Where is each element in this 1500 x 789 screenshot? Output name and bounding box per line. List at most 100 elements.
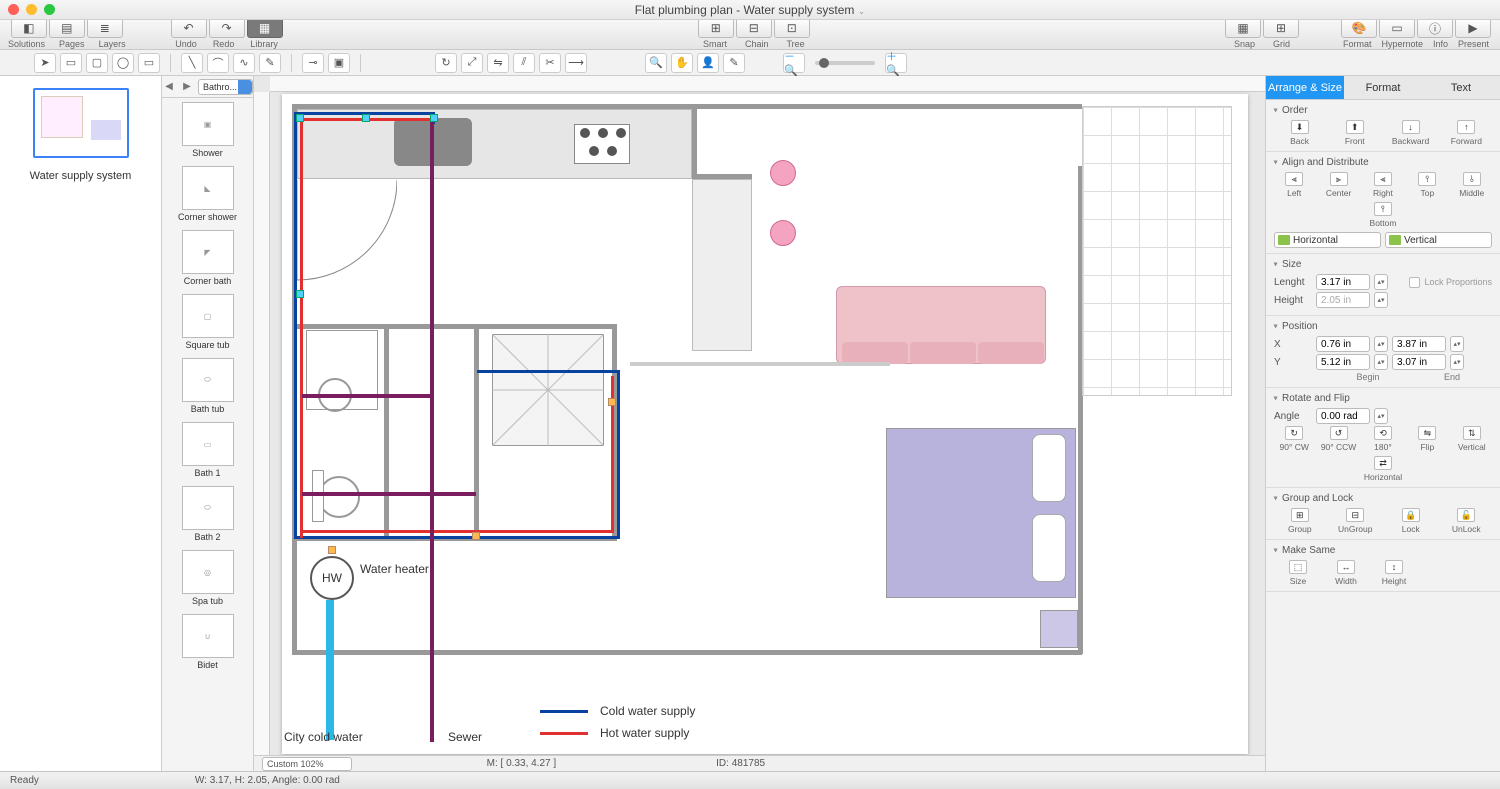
angle-input[interactable] xyxy=(1316,408,1370,424)
group-button[interactable]: ⊞Group xyxy=(1282,508,1318,534)
section-align[interactable]: Align and Distribute xyxy=(1274,157,1492,168)
page-thumbnail[interactable] xyxy=(33,88,129,158)
tab-text[interactable]: Text xyxy=(1422,76,1500,100)
endpoint-tool[interactable]: ⊸ xyxy=(302,53,324,73)
position-y2-input[interactable] xyxy=(1392,354,1446,370)
redo-button[interactable]: ↷ xyxy=(209,18,245,38)
align-top-button[interactable]: ⫯Top xyxy=(1409,172,1445,198)
section-group[interactable]: Group and Lock xyxy=(1274,493,1492,504)
align-middle-button[interactable]: ⫰Middle xyxy=(1454,172,1490,198)
spline-tool[interactable]: ∿ xyxy=(233,53,255,73)
select-tool[interactable]: ▭ xyxy=(60,53,82,73)
distribute-vertical-dropdown[interactable]: Vertical xyxy=(1385,232,1492,248)
rotate-90ccw-button[interactable]: ↺90° CCW xyxy=(1321,426,1357,452)
hypernote-button[interactable]: ▭ xyxy=(1379,18,1415,38)
extend-tool[interactable]: ⟶ xyxy=(565,53,587,73)
align-right-button[interactable]: ⫷Right xyxy=(1365,172,1401,198)
unlock-button[interactable]: 🔓UnLock xyxy=(1448,508,1484,534)
info-button[interactable]: ⓘ xyxy=(1417,18,1453,38)
chain-button[interactable]: ⊟ xyxy=(736,18,772,38)
scale-tool[interactable]: ⤢ xyxy=(461,53,483,73)
arc-tool[interactable]: ⌒ xyxy=(207,53,229,73)
flip-button[interactable]: ⇋Flip xyxy=(1409,426,1445,452)
present-button[interactable]: ▶ xyxy=(1455,18,1491,38)
measure-tool[interactable]: 👤 xyxy=(697,53,719,73)
ungroup-button[interactable]: ⊟UnGroup xyxy=(1337,508,1373,534)
eyedropper-tool[interactable]: ✎ xyxy=(723,53,745,73)
align-center-button[interactable]: ⫸Center xyxy=(1321,172,1357,198)
length-stepper[interactable]: ▴▾ xyxy=(1374,274,1388,290)
mirror-tool[interactable]: ⇋ xyxy=(487,53,509,73)
library-button[interactable]: ▦ xyxy=(247,18,283,38)
zoom-in-button[interactable]: ＋🔍 xyxy=(885,53,907,73)
page-name[interactable]: Water supply system xyxy=(30,170,132,182)
rotate-180-button[interactable]: ⟲180° xyxy=(1365,426,1401,452)
lib-item-square-tub[interactable]: ▢Square tub xyxy=(162,290,253,354)
length-input[interactable] xyxy=(1316,274,1370,290)
lock-proportions-checkbox[interactable] xyxy=(1409,277,1420,288)
snap-button[interactable]: ▦ xyxy=(1225,18,1261,38)
distribute-horizontal-dropdown[interactable]: Horizontal xyxy=(1274,232,1381,248)
lib-item-bath-tub[interactable]: ⬭Bath tub xyxy=(162,354,253,418)
lib-item-bath-1[interactable]: ▭Bath 1 xyxy=(162,418,253,482)
same-size-button[interactable]: ⬚Size xyxy=(1280,560,1316,586)
same-height-button[interactable]: ↕Height xyxy=(1376,560,1412,586)
lock-button[interactable]: 🔒Lock xyxy=(1393,508,1429,534)
flip-horizontal-button[interactable]: ⇄Horizontal xyxy=(1364,456,1402,482)
order-back-button[interactable]: ⬇Back xyxy=(1282,120,1318,146)
tab-format[interactable]: Format xyxy=(1344,76,1422,100)
rotate-tool[interactable]: ↻ xyxy=(435,53,457,73)
height-stepper[interactable]: ▴▾ xyxy=(1374,292,1388,308)
zoom-out-button[interactable]: －🔍 xyxy=(783,53,805,73)
tree-button[interactable]: ⊡ xyxy=(774,18,810,38)
container-tool[interactable]: ▣ xyxy=(328,53,350,73)
lib-back-button[interactable]: ◀ xyxy=(162,80,176,94)
align-left-button[interactable]: ⫷Left xyxy=(1276,172,1312,198)
tab-arrange-size[interactable]: Arrange & Size xyxy=(1266,76,1344,100)
grid-button[interactable]: ⊞ xyxy=(1263,18,1299,38)
smart-button[interactable]: ⊞ xyxy=(698,18,734,38)
align-bottom-button[interactable]: ⫯Bottom xyxy=(1365,202,1401,228)
trim-tool[interactable]: ✂ xyxy=(539,53,561,73)
line-tool[interactable]: ╲ xyxy=(181,53,203,73)
position-y1-input[interactable] xyxy=(1316,354,1370,370)
lib-item-shower[interactable]: ▣Shower xyxy=(162,98,253,162)
undo-button[interactable]: ↶ xyxy=(171,18,207,38)
height-input[interactable] xyxy=(1316,292,1370,308)
flip-vertical-button[interactable]: ⇅Vertical xyxy=(1454,426,1490,452)
position-x2-input[interactable] xyxy=(1392,336,1446,352)
section-rotate[interactable]: Rotate and Flip xyxy=(1274,393,1492,404)
pages-button[interactable]: ▤ xyxy=(49,18,85,38)
section-make-same[interactable]: Make Same xyxy=(1274,545,1492,556)
pan-tool[interactable]: ✋ xyxy=(671,53,693,73)
zoom-slider[interactable] xyxy=(815,61,875,65)
solutions-button[interactable]: ◧ xyxy=(11,18,47,38)
lib-item-spa-tub[interactable]: ◎Spa tub xyxy=(162,546,253,610)
rect-tool[interactable]: ▢ xyxy=(86,53,108,73)
order-backward-button[interactable]: ↓Backward xyxy=(1392,120,1429,146)
lib-item-bidet[interactable]: ∪Bidet xyxy=(162,610,253,674)
rotate-90cw-button[interactable]: ↻90° CW xyxy=(1276,426,1312,452)
lib-item-corner-shower[interactable]: ◣Corner shower xyxy=(162,162,253,226)
shear-tool[interactable]: ⫽ xyxy=(513,53,535,73)
lib-item-corner-bath[interactable]: ◤Corner bath xyxy=(162,226,253,290)
pen-tool[interactable]: ✎ xyxy=(259,53,281,73)
lib-forward-button[interactable]: ▶ xyxy=(180,80,194,94)
canvas[interactable]: HW Water heater xyxy=(254,76,1265,771)
zoom-tool[interactable]: 🔍 xyxy=(645,53,667,73)
ellipse-tool[interactable]: ◯ xyxy=(112,53,134,73)
order-forward-button[interactable]: ↑Forward xyxy=(1448,120,1484,146)
section-order[interactable]: Order xyxy=(1274,105,1492,116)
layers-button[interactable]: ≣ xyxy=(87,18,123,38)
section-size[interactable]: Size xyxy=(1274,259,1492,270)
library-selector[interactable]: Bathro... xyxy=(198,79,253,95)
section-position[interactable]: Position xyxy=(1274,321,1492,332)
same-width-button[interactable]: ↔Width xyxy=(1328,560,1364,586)
pointer-tool[interactable]: ➤ xyxy=(34,53,56,73)
zoom-selector[interactable]: Custom 102% xyxy=(262,757,352,771)
lib-item-bath-2[interactable]: ⬭Bath 2 xyxy=(162,482,253,546)
position-x1-input[interactable] xyxy=(1316,336,1370,352)
text-tool[interactable]: ▭ xyxy=(138,53,160,73)
format-button[interactable]: 🎨 xyxy=(1341,18,1377,38)
order-front-button[interactable]: ⬆Front xyxy=(1337,120,1373,146)
